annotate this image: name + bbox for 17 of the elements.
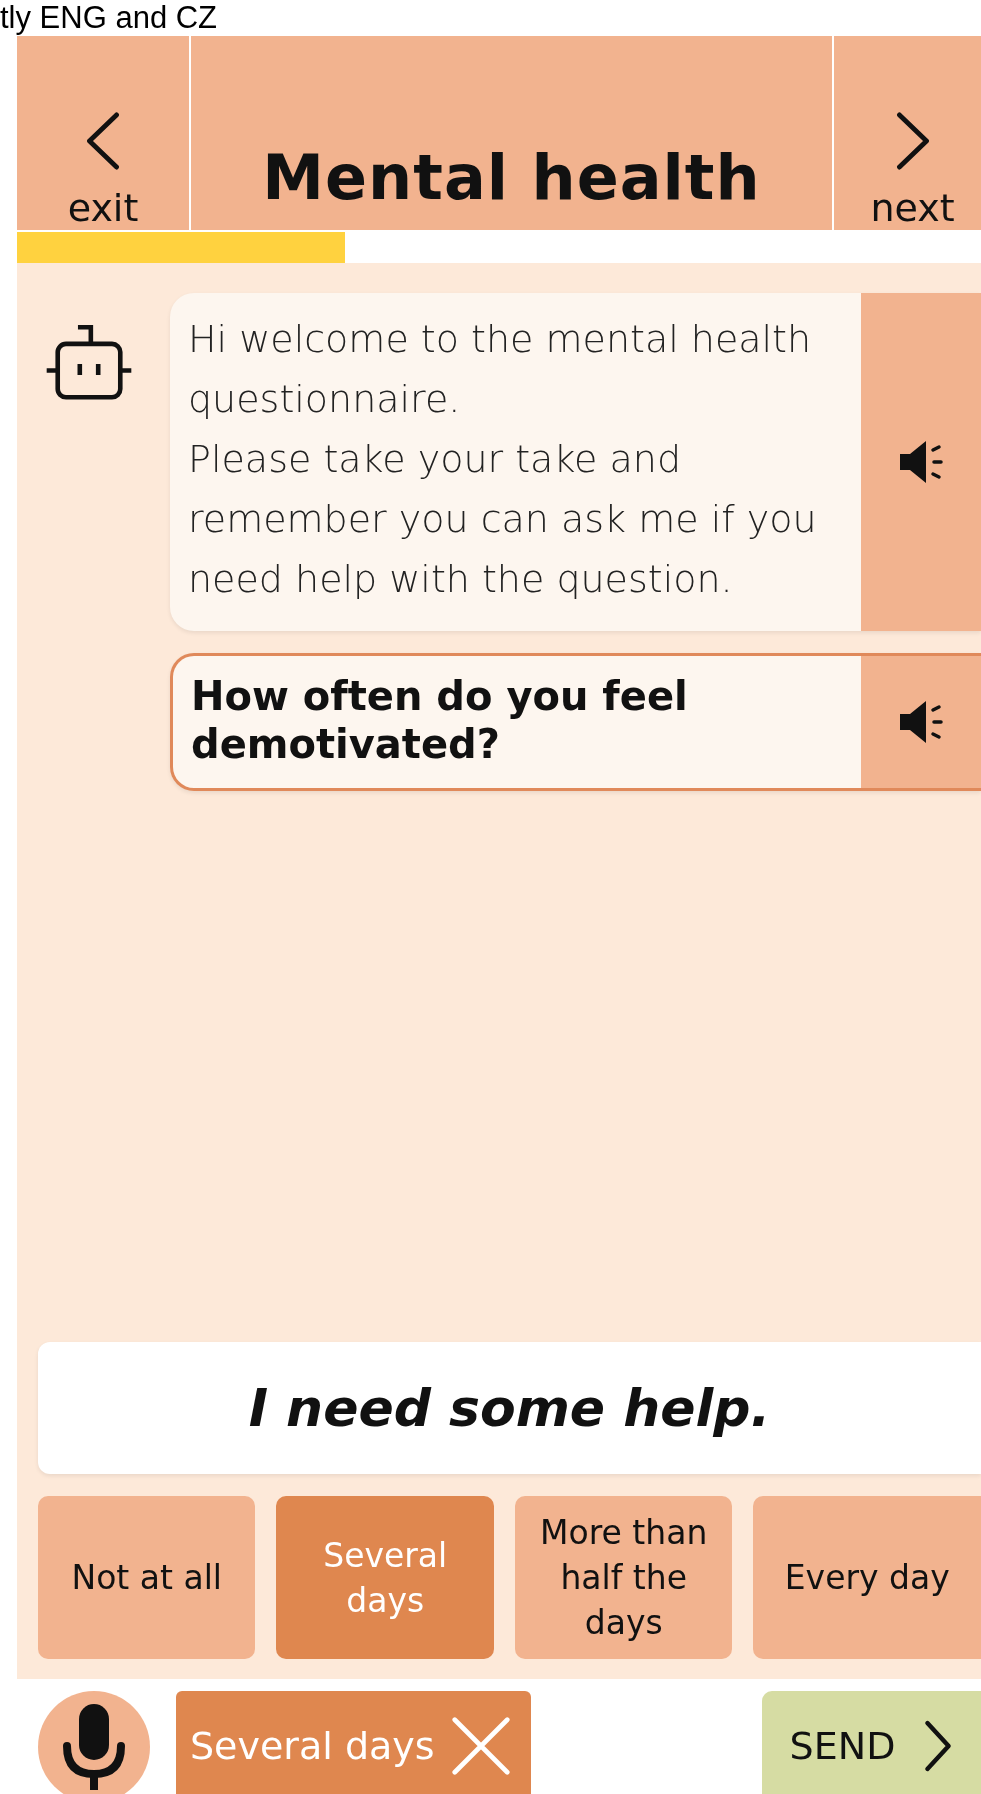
page-title: Mental health <box>191 36 832 230</box>
answer-option[interactable]: Every day <box>753 1496 981 1659</box>
question-text: How often do you feel demotivated? <box>190 672 689 769</box>
next-button[interactable]: next <box>834 36 981 230</box>
help-button[interactable]: I need some help. <box>38 1342 981 1474</box>
chevron-right-icon <box>923 1719 954 1773</box>
send-button[interactable]: SEND <box>762 1691 981 1794</box>
answer-option[interactable]: Not at all <box>38 1496 256 1659</box>
speaker-icon <box>898 698 944 746</box>
chip-label: Several days <box>190 1724 435 1768</box>
speaker-icon <box>898 438 944 486</box>
exit-button[interactable]: exit <box>17 36 189 230</box>
caption-text: tly ENG and CZ <box>0 0 218 36</box>
answer-option[interactable]: More than half the days <box>514 1496 733 1659</box>
read-aloud-button[interactable] <box>861 656 981 788</box>
message-text: Hi welcome to the mental health questionnaire. Please take your take and remember you can ask me if you need help with the question. <box>187 316 818 603</box>
close-icon <box>450 1716 511 1776</box>
